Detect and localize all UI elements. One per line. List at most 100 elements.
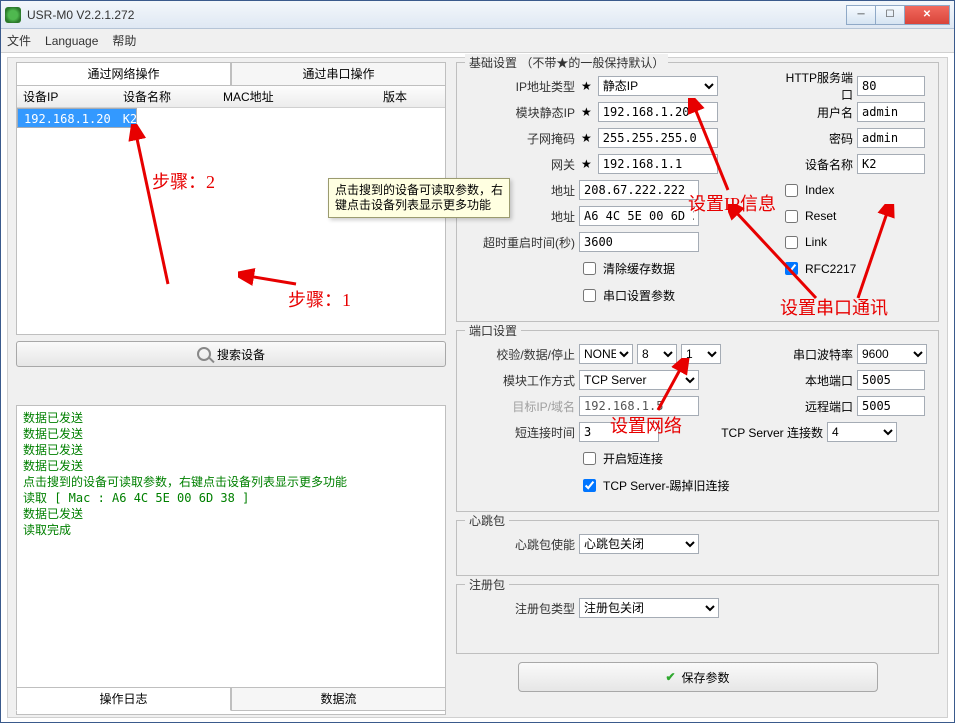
lbl-reboot: 超时重启时间(秒) <box>463 234 575 251</box>
tab-network-op[interactable]: 通过网络操作 <box>16 62 231 86</box>
in-http-port[interactable] <box>857 76 925 96</box>
cb-kick[interactable]: TCP Server-踢掉旧连接 <box>579 476 729 495</box>
sel-databits[interactable]: 8 <box>637 344 677 364</box>
tab-stream[interactable]: 数据流 <box>231 687 446 711</box>
close-button[interactable]: ✕ <box>904 5 950 25</box>
search-devices-button[interactable]: 搜索设备 <box>16 341 446 367</box>
tab-oplog[interactable]: 操作日志 <box>16 687 231 711</box>
fs-base-legend: 基础设置 （不带★的一般保持默认） <box>465 54 668 71</box>
log-line: 读取 [ Mac : A6 4C 5E 00 6D 38 ] <box>23 490 439 506</box>
in-static-ip[interactable] <box>598 102 718 122</box>
menu-file[interactable]: 文件 <box>7 32 31 49</box>
cb-short-en[interactable]: 开启短连接 <box>579 449 663 468</box>
in-gw[interactable] <box>598 154 718 174</box>
left-pane: 通过网络操作 通过串口操作 设备IP 设备名称 MAC地址 版本 192.168… <box>16 62 446 711</box>
col-ver: 版本 <box>377 86 437 107</box>
fs-heartbeat: 心跳包 心跳包使能 心跳包关闭 <box>456 520 939 576</box>
sel-baud[interactable]: 9600 <box>857 344 927 364</box>
lbl-short: 短连接时间 <box>463 424 575 441</box>
cell-ip: 192.168.1.20 <box>18 109 117 127</box>
col-mac: MAC地址 <box>217 86 377 107</box>
device-tooltip: 点击搜到的设备可读取参数，右键点击设备列表显示更多功能 <box>328 178 510 218</box>
device-row[interactable]: 192.168.1.20 K2 A6 4C 5E 00 6D 38 4017 <box>17 108 137 128</box>
cell-name: K2 <box>117 109 143 127</box>
in-dns[interactable] <box>579 180 699 200</box>
lbl-devname: 设备名称 <box>781 156 853 173</box>
log-box: 数据已发送 数据已发送 数据已发送 数据已发送 点击搜到的设备可读取参数，右键点… <box>16 405 446 715</box>
log-line: 数据已发送 <box>23 458 439 474</box>
sel-ip-type[interactable]: 静态IP <box>598 76 718 96</box>
sel-hb-en[interactable]: 心跳包关闭 <box>579 534 699 554</box>
in-reboot[interactable] <box>579 232 699 252</box>
sel-reg-type[interactable]: 注册包关闭 <box>579 598 719 618</box>
cb-serial-param[interactable]: 串口设置参数 <box>579 286 675 305</box>
lbl-target: 目标IP/域名 <box>463 398 575 415</box>
minimize-button[interactable]: ─ <box>846 5 876 25</box>
log-line: 数据已发送 <box>23 442 439 458</box>
device-table-header: 设备IP 设备名称 MAC地址 版本 <box>17 86 445 108</box>
cb-link[interactable]: Link <box>781 233 827 252</box>
lbl-static-ip: 模块静态IP <box>463 104 575 121</box>
lbl-ip-type: IP地址类型 <box>463 78 575 95</box>
in-lport[interactable] <box>857 370 925 390</box>
app-icon <box>5 7 21 23</box>
save-label: 保存参数 <box>682 669 730 686</box>
sel-parity[interactable]: NONE <box>579 344 633 364</box>
lbl-gw: 网关 <box>463 156 575 173</box>
fs-reg-legend: 注册包 <box>465 576 509 593</box>
log-line: 数据已发送 <box>23 426 439 442</box>
search-label: 搜索设备 <box>217 346 265 363</box>
fs-reg: 注册包 注册包类型 注册包关闭 <box>456 584 939 654</box>
fs-port: 端口设置 校验/数据/停止 NONE 8 1 串口波特率 9600 模块工作方式… <box>456 330 939 512</box>
cb-clear-cache[interactable]: 清除缓存数据 <box>579 259 675 278</box>
in-target <box>579 396 699 416</box>
maximize-button[interactable]: ☐ <box>875 5 905 25</box>
in-short[interactable] <box>579 422 659 442</box>
cb-rfc2217[interactable]: RFC2217 <box>781 259 856 278</box>
cb-index[interactable]: Index <box>781 181 834 200</box>
col-ip: 设备IP <box>17 86 117 107</box>
log-line: 读取完成 <box>23 522 439 538</box>
lbl-mode: 模块工作方式 <box>463 372 575 389</box>
lbl-http-port: HTTP服务端口 <box>781 69 853 103</box>
lbl-baud: 串口波特率 <box>781 346 853 363</box>
lbl-user: 用户名 <box>781 104 853 121</box>
col-name: 设备名称 <box>117 86 217 107</box>
fs-hb-legend: 心跳包 <box>465 512 509 529</box>
in-pwd[interactable] <box>857 128 925 148</box>
right-pane: 基础设置 （不带★的一般保持默认） IP地址类型★ 静态IP HTTP服务端口 … <box>456 62 939 711</box>
in-mask[interactable] <box>598 128 718 148</box>
lbl-reg-type: 注册包类型 <box>463 600 575 617</box>
lbl-hb-en: 心跳包使能 <box>463 536 575 553</box>
op-tabs: 通过网络操作 通过串口操作 <box>16 62 446 86</box>
window-title: USR-M0 V2.2.1.272 <box>27 8 847 22</box>
fs-port-legend: 端口设置 <box>465 322 521 339</box>
log-line: 数据已发送 <box>23 410 439 426</box>
lbl-rport: 远程端口 <box>781 398 853 415</box>
fs-base: 基础设置 （不带★的一般保持默认） IP地址类型★ 静态IP HTTP服务端口 … <box>456 62 939 322</box>
in-user[interactable] <box>857 102 925 122</box>
in-rport[interactable] <box>857 396 925 416</box>
content-area: 通过网络操作 通过串口操作 设备IP 设备名称 MAC地址 版本 192.168… <box>7 57 948 718</box>
lbl-parity: 校验/数据/停止 <box>463 346 575 363</box>
log-line: 点击搜到的设备可读取参数，右键点击设备列表显示更多功能 <box>23 474 439 490</box>
sel-conn[interactable]: 4 <box>827 422 897 442</box>
sel-stopbits[interactable]: 1 <box>681 344 721 364</box>
titlebar: USR-M0 V2.2.1.272 ─ ☐ ✕ <box>1 1 954 29</box>
in-mac[interactable] <box>579 206 699 226</box>
sel-mode[interactable]: TCP Server <box>579 370 699 390</box>
cell-mac: A6 4C 5E 00 6D 38 <box>143 109 169 127</box>
lbl-conn: TCP Server 连接数 <box>703 424 823 441</box>
menu-help[interactable]: 帮助 <box>112 32 136 49</box>
app-window: USR-M0 V2.2.1.272 ─ ☐ ✕ 文件 Language 帮助 通… <box>0 0 955 723</box>
lbl-mask: 子网掩码 <box>463 130 575 147</box>
tab-serial-op[interactable]: 通过串口操作 <box>231 62 446 86</box>
lbl-pwd: 密码 <box>781 130 853 147</box>
cb-reset[interactable]: Reset <box>781 207 836 226</box>
lbl-lport: 本地端口 <box>781 372 853 389</box>
cell-ver: 4017 <box>170 109 211 127</box>
menubar: 文件 Language 帮助 <box>1 29 954 53</box>
save-button[interactable]: ✔ 保存参数 <box>518 662 878 692</box>
menu-language[interactable]: Language <box>45 34 98 48</box>
in-devname[interactable] <box>857 154 925 174</box>
